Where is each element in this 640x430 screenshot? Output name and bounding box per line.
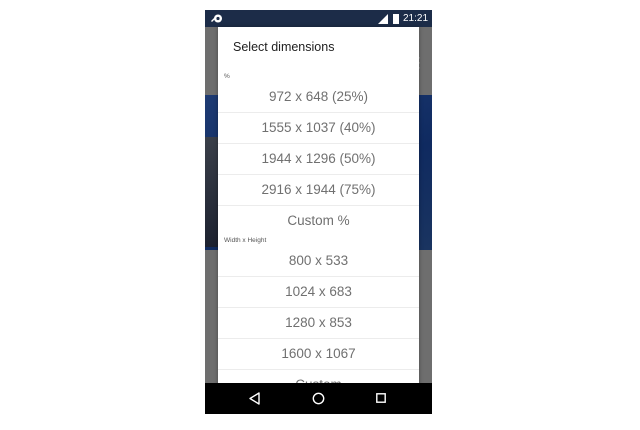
phone-screen: 21:21 ··· Select dimensions % 972 x 648 …: [205, 10, 432, 414]
navigation-bar: [205, 383, 432, 414]
home-icon[interactable]: [312, 392, 325, 405]
percent-section-label: %: [224, 73, 230, 80]
background-photo-edge: [205, 137, 219, 247]
option-40-percent[interactable]: 1555 x 1037 (40%): [218, 112, 419, 142]
status-bar: 21:21: [205, 10, 432, 27]
battery-icon: [393, 14, 399, 24]
size-section-label: Width x Height: [224, 237, 267, 244]
recents-icon[interactable]: [376, 393, 386, 403]
option-1600x1067[interactable]: 1600 x 1067: [218, 338, 419, 368]
option-50-percent[interactable]: 1944 x 1296 (50%): [218, 143, 419, 173]
status-time: 21:21: [403, 13, 429, 24]
option-25-percent[interactable]: 972 x 648 (25%): [218, 82, 419, 112]
option-custom-percent[interactable]: Custom %: [218, 205, 419, 235]
dialog-title: Select dimensions: [233, 40, 335, 54]
option-75-percent[interactable]: 2916 x 1944 (75%): [218, 174, 419, 204]
option-1024x683[interactable]: 1024 x 683: [218, 276, 419, 306]
signal-icon: [378, 14, 388, 24]
select-dimensions-dialog: Select dimensions % 972 x 648 (25%) 1555…: [218, 27, 419, 394]
option-800x533[interactable]: 800 x 533: [218, 246, 419, 276]
app-notification-icon: [211, 14, 222, 23]
back-icon[interactable]: [249, 392, 261, 405]
option-1280x853[interactable]: 1280 x 853: [218, 307, 419, 337]
